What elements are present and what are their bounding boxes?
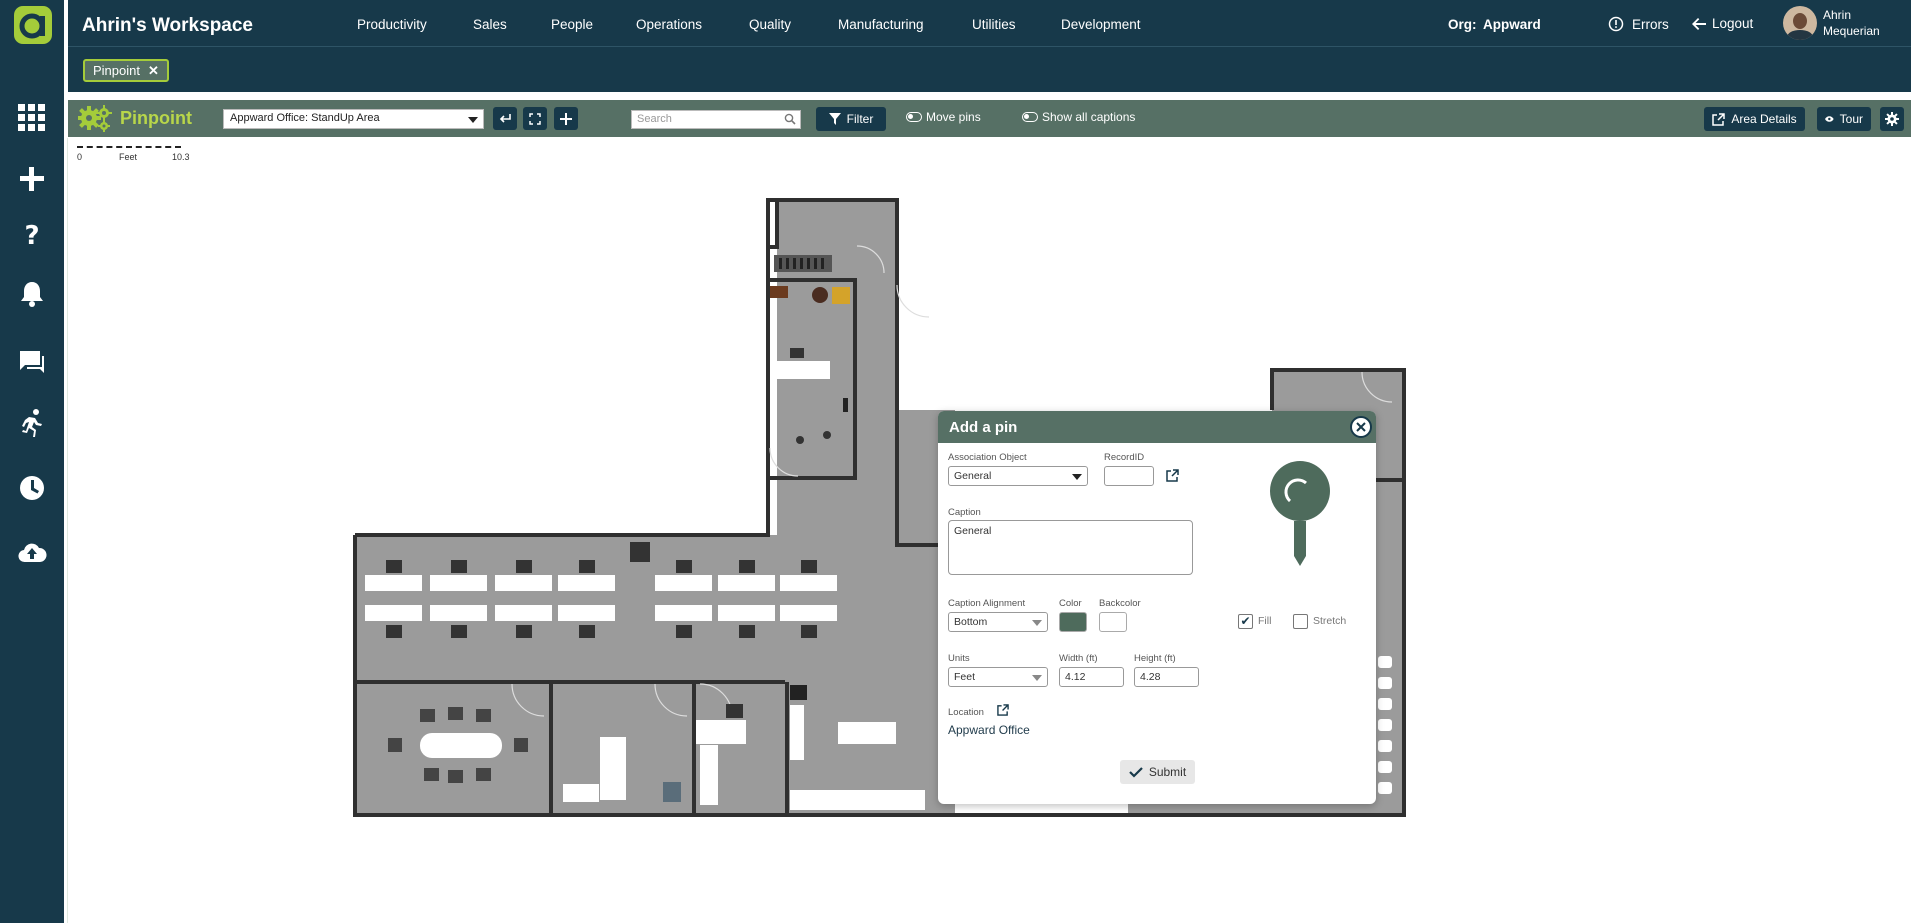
dialog-title: Add a pin [949, 419, 1018, 436]
height-value: 4.28 [1140, 671, 1161, 683]
submit-label: Submit [1148, 765, 1187, 779]
record-id-input[interactable] [1104, 466, 1154, 486]
location-label: Location [948, 707, 984, 718]
checkmark-icon [1129, 766, 1143, 778]
chevron-down-icon [1032, 620, 1042, 626]
external-link-icon[interactable] [997, 704, 1009, 716]
height-input[interactable]: 4.28 [1134, 667, 1199, 687]
close-icon [1356, 422, 1366, 432]
association-object-value: General [954, 470, 992, 482]
chevron-down-icon [1032, 675, 1042, 681]
color-label: Color [1059, 598, 1082, 609]
backcolor-label: Backcolor [1099, 598, 1141, 609]
fill-checkbox[interactable]: ✔ [1238, 614, 1253, 629]
width-input[interactable]: 4.12 [1059, 667, 1124, 687]
checkmark-icon: ✔ [1240, 614, 1251, 628]
caption-alignment-label: Caption Alignment [948, 598, 1026, 609]
close-dialog-button[interactable] [1350, 416, 1372, 438]
caption-alignment-select[interactable]: Bottom [948, 612, 1048, 632]
location-value: Appward Office [948, 723, 1030, 737]
stretch-label: Stretch [1313, 615, 1347, 627]
width-label: Width (ft) [1059, 653, 1098, 664]
association-object-select[interactable]: General [948, 466, 1088, 486]
chevron-down-icon [1072, 474, 1082, 480]
record-id-label: RecordID [1104, 452, 1145, 463]
external-link-icon[interactable] [1166, 469, 1179, 482]
submit-button[interactable]: Submit [1120, 760, 1195, 784]
units-value: Feet [954, 671, 976, 683]
caption-textarea[interactable]: General [948, 520, 1193, 575]
caption-alignment-value: Bottom [954, 616, 988, 628]
caption-value: General [954, 525, 992, 537]
association-object-label: Association Object [948, 452, 1027, 463]
width-value: 4.12 [1065, 671, 1086, 683]
height-label: Height (ft) [1134, 653, 1176, 664]
stretch-checkbox[interactable] [1293, 614, 1308, 629]
conference-table [420, 733, 502, 758]
pin-preview-icon [1270, 461, 1330, 566]
fill-label: Fill [1258, 615, 1272, 627]
units-select[interactable]: Feet [948, 667, 1048, 687]
caption-label: Caption [948, 507, 981, 518]
backcolor-swatch[interactable] [1099, 612, 1127, 632]
color-swatch[interactable] [1059, 612, 1087, 632]
add-pin-dialog: Add a pin Association Object General Rec… [938, 411, 1376, 804]
units-label: Units [948, 653, 970, 664]
